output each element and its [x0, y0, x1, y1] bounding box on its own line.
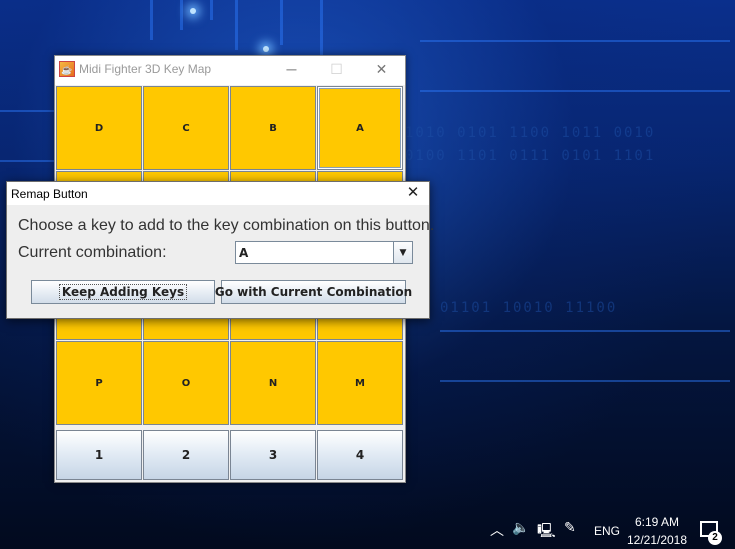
remap-button-dialog: Remap Button ✕ Choose a key to add to th… [6, 181, 434, 319]
grid-key-p[interactable]: P [56, 341, 142, 425]
dialog-titlebar[interactable]: Remap Button ✕ [7, 182, 429, 205]
notification-count-badge: 2 [708, 531, 722, 545]
volume-icon[interactable]: 🔈 [512, 520, 529, 536]
taskbar-clock[interactable]: 6:19 AM 12/21/2018 [626, 515, 688, 547]
grid-key-a[interactable]: A [317, 86, 403, 170]
dropdown-arrow-icon[interactable]: ▼ [393, 242, 412, 263]
network-icon[interactable]: 🖳 [537, 520, 556, 544]
close-button[interactable]: ✕ [359, 56, 404, 85]
bank-button-2[interactable]: 2 [143, 430, 229, 480]
bank-button-1[interactable]: 1 [56, 430, 142, 480]
bank-button-3[interactable]: 3 [230, 430, 316, 480]
dialog-close-button[interactable]: ✕ [397, 182, 429, 205]
keep-adding-keys-label: Keep Adding Keys [58, 284, 188, 300]
bank-button-4[interactable]: 4 [317, 430, 403, 480]
clock-time: 6:19 AM [634, 515, 680, 529]
keep-adding-keys-button[interactable]: Keep Adding Keys [31, 280, 215, 304]
window-title: Midi Fighter 3D Key Map [79, 62, 212, 76]
java-app-icon: ☕ [59, 61, 75, 77]
dialog-message: Choose a key to add to the key combinati… [18, 217, 435, 234]
minimize-button[interactable]: ─ [269, 56, 314, 85]
grid-key-n[interactable]: N [230, 341, 316, 425]
pen-icon[interactable]: ✎ [564, 520, 576, 536]
combination-label: Current combination: [18, 244, 167, 261]
go-with-current-label: Go with Current Combination [214, 285, 413, 299]
grid-key-b[interactable]: B [230, 86, 316, 170]
go-with-current-combination-button[interactable]: Go with Current Combination [215, 280, 412, 304]
grid-key-d[interactable]: D [56, 86, 142, 170]
clock-date: 12/21/2018 [626, 533, 688, 547]
grid-key-m[interactable]: M [317, 341, 403, 425]
combination-value: A [239, 246, 249, 260]
combination-dropdown[interactable]: A ▼ [235, 241, 413, 264]
grid-key-o[interactable]: O [143, 341, 229, 425]
dialog-title: Remap Button [11, 187, 88, 201]
show-hidden-icons-icon[interactable]: ︿ [490, 520, 504, 540]
maximize-button[interactable]: ☐ [314, 56, 359, 85]
key-map-titlebar[interactable]: ☕ Midi Fighter 3D Key Map ─ ☐ ✕ [55, 56, 405, 85]
language-indicator[interactable]: ENG [594, 524, 620, 538]
grid-key-c[interactable]: C [143, 86, 229, 170]
